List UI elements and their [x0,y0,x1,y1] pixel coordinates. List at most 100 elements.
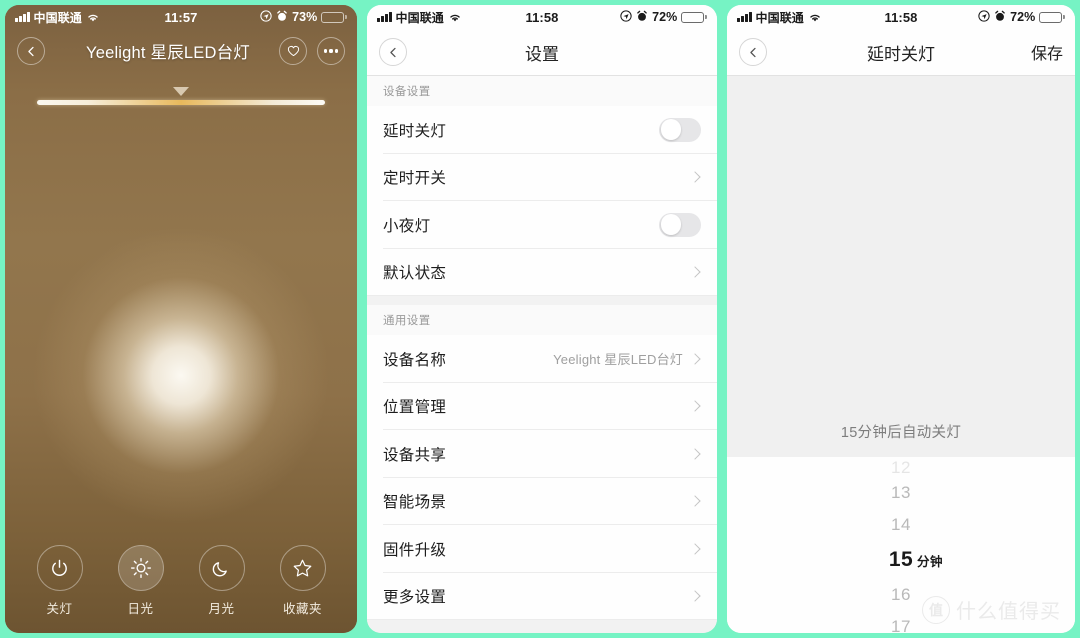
more-options-button[interactable] [317,37,345,65]
chevron-right-icon [689,353,701,365]
row-smart-scene[interactable]: 智能场景 [367,477,717,525]
wifi-icon [448,12,462,23]
signal-bars-icon [737,12,752,22]
picker-unit-label: 分钟 [917,555,944,569]
chevron-right-icon [689,543,701,555]
back-button[interactable] [739,38,767,66]
phone-panel-settings: 中国联通 11:58 72% 设置 设备设置 延时关灯 定时开关 小夜灯 默认状… [362,0,722,638]
status-bar-right: 72% [620,9,707,25]
row-device-name[interactable]: 设备名称 Yeelight 星辰LED台灯 [367,335,717,383]
row-delay-off[interactable]: 延时关灯 [367,106,717,154]
row-value: Yeelight 星辰LED台灯 [553,352,683,368]
battery-icon [321,11,347,23]
action-favorites-ring[interactable] [279,545,326,591]
back-button[interactable] [379,38,407,66]
minute-picker-column[interactable]: 12 13 14 15 分钟 16 17 18 [727,457,1075,633]
page-title: Yeelight 星辰LED台灯 [86,44,250,62]
carrier-name: 中国联通 [33,10,82,25]
action-label: 收藏夹 [282,602,322,616]
action-favorites[interactable]: 收藏夹 [271,545,335,617]
star-icon [293,559,312,577]
delay-summary-text: 15分钟后自动关灯 [840,425,962,441]
row-label: 定时开关 [383,170,447,188]
screenshot-root: 中国联通 11:57 73% Yeelight 星辰LED台灯 关灯 日光 月光… [0,0,1080,638]
location-icon [620,9,632,25]
save-button[interactable]: 保存 [1031,40,1063,64]
status-bar-left: 中国联通 [15,9,100,26]
slider-handle-triangle[interactable] [173,87,189,96]
status-bar-left: 中国联通 [377,9,462,26]
brightness-slider[interactable] [5,79,357,117]
picker-item[interactable]: 13 [727,477,1075,509]
status-bar: 中国联通 11:57 73% [5,5,357,29]
row-schedule[interactable]: 定时开关 [367,153,717,201]
action-moonlight[interactable]: 月光 [190,545,254,617]
status-bar-right: 72% [978,9,1065,25]
row-label: 设备名称 [383,351,447,369]
toggle-knob [660,214,682,235]
slider-track[interactable] [37,100,325,105]
picker-item[interactable]: 12 [727,461,1075,477]
power-icon [52,559,67,576]
row-default-state[interactable]: 默认状态 [367,248,717,296]
action-label: 日光 [127,602,154,616]
back-button[interactable] [17,37,45,65]
row-device-sharing[interactable]: 设备共享 [367,430,717,478]
row-label: 智能场景 [383,494,447,512]
action-moonlight-ring[interactable] [198,545,245,591]
minute-picker[interactable]: 12 13 14 15 分钟 16 17 18 值 什么值得买 [727,457,1075,633]
chevron-right-icon [689,495,701,507]
carrier-name: 中国联通 [395,10,444,25]
more-dots-icon [323,49,339,53]
lamp-navbar: Yeelight 星辰LED台灯 [5,29,357,73]
back-chevron-icon [27,46,34,56]
battery-percent: 72% [1010,10,1036,24]
moon-icon [212,562,227,577]
row-control [689,266,701,278]
row-location-management[interactable]: 位置管理 [367,382,717,430]
picker-item-selected[interactable]: 15 分钟 [727,541,1075,579]
row-control: Yeelight 星辰LED台灯 [553,349,701,368]
action-daylight[interactable]: 日光 [109,545,173,617]
picker-item[interactable]: 17 [727,611,1075,633]
page-title: 延时关灯 [867,44,935,64]
row-label: 小夜灯 [383,217,431,235]
row-control [689,400,701,412]
settings-navbar: 设置 [367,29,717,76]
row-control[interactable] [659,212,701,237]
row-label: 更多设置 [383,589,447,607]
row-control[interactable] [659,117,701,142]
action-power-off[interactable]: 关灯 [28,545,92,617]
list-section-gap [367,296,717,305]
wifi-icon [808,12,822,23]
action-daylight-ring[interactable] [117,545,164,591]
row-night-light[interactable]: 小夜灯 [367,201,717,249]
row-label: 默认状态 [383,265,447,283]
settings-group-device: 延时关灯 定时开关 小夜灯 默认状态 [367,106,717,296]
row-firmware-upgrade[interactable]: 固件升级 [367,525,717,573]
picker-item[interactable]: 14 [727,509,1075,541]
status-bar: 中国联通 11:58 72% [367,5,717,29]
alarm-icon [276,10,288,25]
delay-navbar: 延时关灯 保存 [727,29,1075,76]
action-power-ring[interactable] [36,545,83,591]
row-control [689,543,701,555]
chevron-right-icon [689,400,701,412]
chevron-right-icon [689,171,701,183]
back-chevron-icon [749,47,756,57]
page-title: 设置 [525,44,559,64]
heart-icon [287,46,299,57]
battery-percent: 73% [292,10,318,24]
row-label: 位置管理 [383,399,447,417]
settings-list[interactable]: 设备设置 延时关灯 定时开关 小夜灯 默认状态 通用设置 设备名称 Yeelig… [367,76,717,633]
favorite-button[interactable] [279,37,307,65]
row-control [689,590,701,602]
picker-item[interactable]: 16 [727,579,1075,611]
delay-content: 15分钟后自动关灯 12 13 14 15 分钟 16 17 18 [727,76,1075,633]
row-more-settings[interactable]: 更多设置 [367,572,717,620]
toggle-night-light[interactable] [659,212,701,237]
toggle-delay-off[interactable] [659,117,701,142]
location-icon [978,9,990,25]
row-control [689,495,701,507]
chevron-right-icon [689,590,701,602]
